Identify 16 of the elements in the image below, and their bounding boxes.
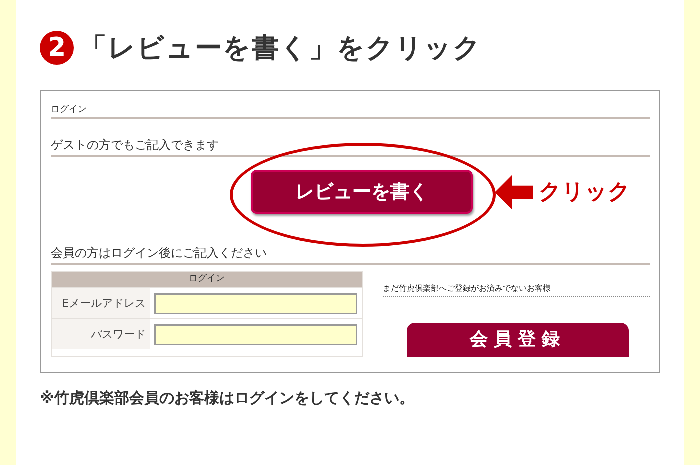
- table-header: ログイン: [52, 272, 362, 287]
- section-heading: ゲストの方でもご記入できます: [51, 137, 650, 157]
- register-note: まだ竹虎倶楽部へご登録がお済みでないお客様: [383, 283, 650, 297]
- input-field[interactable]: [154, 324, 357, 344]
- field-label: パスワード: [52, 319, 150, 349]
- section-title: ログイン: [51, 103, 650, 119]
- register-button[interactable]: 会員登録: [407, 323, 629, 357]
- field-label: Eメールアドレス: [52, 288, 150, 318]
- step-title: 「レビューを書く」をクリック: [80, 32, 482, 66]
- step-number: 2: [40, 31, 74, 65]
- arrow-icon: [495, 174, 533, 210]
- input-field[interactable]: [154, 292, 357, 314]
- footnote: ※竹虎倶楽部会員のお客様はログインをしてください。: [40, 389, 416, 408]
- section-heading: 会員の方はログイン後にご記入ください: [51, 245, 650, 265]
- callout-label: クリック: [539, 179, 631, 207]
- review-button[interactable]: レビューを書く: [251, 170, 473, 214]
